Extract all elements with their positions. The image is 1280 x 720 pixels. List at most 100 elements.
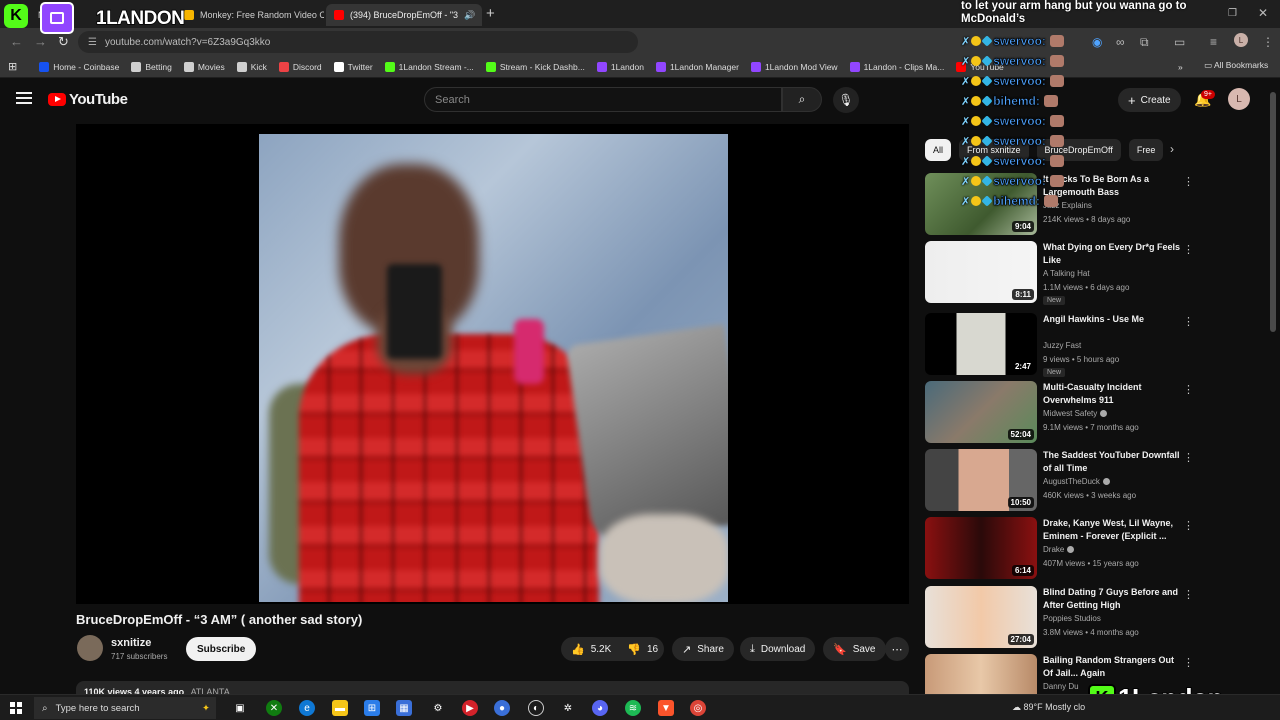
file-explorer-icon[interactable]: ▬ bbox=[332, 700, 348, 716]
recommended-channel-name[interactable]: Midwest Safety bbox=[1043, 409, 1108, 418]
video-frame[interactable] bbox=[259, 134, 728, 602]
windows-start-icon[interactable] bbox=[10, 702, 22, 714]
recommended-video-title[interactable]: Bailing Random Strangers Out Of Jail... … bbox=[1043, 654, 1183, 680]
dislike-button[interactable]: 👎 16 bbox=[627, 643, 658, 656]
filter-chip[interactable]: Free bbox=[1128, 139, 1164, 161]
recommended-video[interactable]: 2:47 Angil Hawkins - Use Me Juzzy Fast 9 vi… bbox=[925, 313, 1194, 377]
more-vertical-icon[interactable]: ⋮ bbox=[1183, 519, 1194, 532]
bookmark-item[interactable]: Stream - Kick Dashb... bbox=[480, 61, 591, 72]
speaker-icon[interactable]: 🔊 bbox=[464, 10, 475, 21]
channel-avatar[interactable] bbox=[77, 635, 103, 661]
app-blue-icon[interactable]: ● bbox=[494, 700, 510, 716]
video-thumbnail[interactable]: 10:50 bbox=[925, 449, 1037, 511]
more-vertical-icon[interactable]: ⋮ bbox=[1183, 588, 1194, 601]
recommended-video[interactable]: 6:14 Drake, Kanye West, Lil Wayne, Eminem… bbox=[925, 517, 1194, 579]
bookmark-item[interactable]: Twitter bbox=[328, 61, 379, 72]
more-vertical-icon[interactable]: ⋮ bbox=[1183, 175, 1194, 188]
video-thumbnail[interactable]: 6:14 bbox=[925, 517, 1037, 579]
recommended-channel-name[interactable]: Juzzy Fast bbox=[1043, 341, 1081, 350]
recommended-video-title[interactable]: What Dying on Every Dr*g Feels Like bbox=[1043, 241, 1183, 267]
extension-icon[interactable]: ∞ bbox=[1116, 35, 1125, 49]
tab-youtube-active[interactable]: (394) BruceDropEmOff - "3 🔊 ✕ bbox=[326, 4, 482, 26]
download-button[interactable]: ⤓ Download bbox=[740, 637, 816, 661]
bookmark-item[interactable]: 1Landon bbox=[591, 61, 650, 72]
recommended-video[interactable]: 10:50 The Saddest YouTuber Downfall of al… bbox=[925, 449, 1194, 511]
bookmark-item[interactable]: Home - Coinbase bbox=[33, 61, 125, 72]
video-thumbnail[interactable]: 2:47 bbox=[925, 313, 1037, 375]
settings-gear-icon[interactable]: ⚙ bbox=[430, 700, 446, 716]
save-button[interactable]: 🔖 Save bbox=[823, 637, 886, 661]
new-tab-button[interactable]: + bbox=[486, 5, 495, 22]
create-button[interactable]: + Create bbox=[1118, 88, 1181, 112]
more-vertical-icon[interactable]: ⋮ bbox=[1183, 383, 1194, 396]
back-icon[interactable]: ← bbox=[10, 34, 23, 49]
tab-monkey[interactable]: Monkey: Free Random Video C ✕ bbox=[176, 4, 324, 26]
chevron-right-icon[interactable]: › bbox=[1170, 142, 1174, 156]
recommended-channel-name[interactable]: Drake bbox=[1043, 545, 1075, 554]
recommended-channel-name[interactable]: AugustTheDuck bbox=[1043, 477, 1110, 486]
recommended-video-title[interactable]: It Sucks To Be Born As a Largemouth Bass bbox=[1043, 173, 1183, 199]
subscribe-button[interactable]: Subscribe bbox=[186, 637, 257, 661]
address-bar[interactable]: ☰ youtube.com/watch?v=6Z3a9Gq3kko bbox=[78, 31, 638, 53]
extension-icon[interactable]: ◉ bbox=[1092, 35, 1102, 49]
recommended-video-title[interactable]: Drake, Kanye West, Lil Wayne, Eminem - F… bbox=[1043, 517, 1183, 543]
more-vertical-icon[interactable]: ⋮ bbox=[1183, 315, 1194, 328]
page-scrollbar[interactable] bbox=[1270, 92, 1276, 332]
recommended-video[interactable]: 27:04 Blind Dating 7 Guys Before and Afte… bbox=[925, 586, 1194, 648]
youtube-logo[interactable]: YouTube bbox=[48, 91, 128, 108]
bookmark-item[interactable]: 1Landon Mod View bbox=[745, 61, 844, 72]
video-thumbnail[interactable]: 8:11 bbox=[925, 241, 1037, 303]
browser-profile-avatar[interactable]: L bbox=[1234, 33, 1248, 47]
reload-icon[interactable]: ↻ bbox=[58, 34, 69, 50]
bookmark-item[interactable]: Kick bbox=[231, 61, 273, 72]
bookmark-item[interactable]: Movies bbox=[178, 61, 231, 72]
recommended-video-title[interactable]: The Saddest YouTuber Downfall of all Tim… bbox=[1043, 449, 1183, 475]
recommended-video[interactable]: 52:04 Multi-Casualty Incident Overwhelms … bbox=[925, 381, 1194, 443]
weather-widget[interactable]: ☁ 89°F Mostly clo bbox=[1012, 702, 1085, 713]
menu-kebab-icon[interactable]: ⋮ bbox=[1262, 35, 1274, 49]
youtube-account-avatar[interactable]: L bbox=[1228, 88, 1250, 110]
app-gear-icon[interactable]: ✲ bbox=[560, 700, 576, 716]
menu-hamburger-icon[interactable] bbox=[16, 92, 32, 104]
search-button[interactable]: ⌕ bbox=[782, 87, 822, 112]
store-icon[interactable]: ⊞ bbox=[364, 700, 380, 716]
spotify-icon[interactable]: ≋ bbox=[625, 700, 641, 716]
recommended-channel-name[interactable]: A Talking Hat bbox=[1043, 269, 1090, 278]
search-input[interactable]: Search bbox=[424, 87, 782, 112]
more-vertical-icon[interactable]: ⋮ bbox=[1183, 656, 1194, 669]
chrome-icon[interactable]: ◎ bbox=[690, 700, 706, 716]
recommended-video-title[interactable]: Multi-Casualty Incident Overwhelms 911 bbox=[1043, 381, 1183, 407]
like-button[interactable]: 👍 5.2K bbox=[571, 643, 611, 656]
voice-search-button[interactable]: 🎙 bbox=[833, 87, 859, 113]
taskbar-search-input[interactable]: ⌕ Type here to search ✦ bbox=[34, 697, 216, 719]
extensions-puzzle-icon[interactable]: ⧉ bbox=[1140, 35, 1149, 50]
video-thumbnail[interactable]: 52:04 bbox=[925, 381, 1037, 443]
recommended-video-title[interactable]: Angil Hawkins - Use Me bbox=[1043, 313, 1183, 326]
apps-grid-icon[interactable]: ⊞ bbox=[0, 60, 23, 73]
reading-list-icon[interactable]: ≡ bbox=[1210, 35, 1217, 49]
more-vertical-icon[interactable]: ⋮ bbox=[1183, 451, 1194, 464]
brave-icon[interactable]: ▼ bbox=[658, 700, 674, 716]
bookmark-item[interactable]: Betting bbox=[125, 61, 177, 72]
edge-icon[interactable]: e bbox=[299, 700, 315, 716]
site-info-icon[interactable]: ☰ bbox=[88, 37, 97, 48]
cast-icon[interactable]: ▭ bbox=[1174, 35, 1185, 49]
task-view-icon[interactable]: ▣ bbox=[232, 700, 248, 716]
xbox-icon[interactable]: ✕ bbox=[266, 700, 282, 716]
more-actions-button[interactable]: ⋯ bbox=[885, 637, 909, 661]
bookmarks-overflow-icon[interactable]: » bbox=[1172, 62, 1189, 72]
close-window-icon[interactable]: ✕ bbox=[1258, 6, 1268, 20]
obs-icon[interactable]: ◐ bbox=[528, 700, 544, 716]
bookmark-item[interactable]: 1Landon Stream -... bbox=[379, 61, 480, 72]
discord-icon[interactable]: ◕ bbox=[592, 700, 608, 716]
recommended-channel-name[interactable]: Poppies Studios bbox=[1043, 614, 1101, 623]
filter-chip[interactable]: All bbox=[925, 139, 952, 161]
close-tab-icon[interactable]: ✕ bbox=[475, 9, 482, 22]
bookmark-item[interactable]: 1Landon Manager bbox=[650, 61, 745, 72]
app-red-icon[interactable]: ▶ bbox=[462, 700, 478, 716]
forward-icon[interactable]: → bbox=[34, 34, 47, 49]
video-thumbnail[interactable]: 27:04 bbox=[925, 586, 1037, 648]
channel-name[interactable]: sxnitize bbox=[111, 637, 151, 649]
share-button[interactable]: ↗ Share bbox=[672, 637, 734, 661]
bookmark-item[interactable]: Discord bbox=[273, 61, 328, 72]
